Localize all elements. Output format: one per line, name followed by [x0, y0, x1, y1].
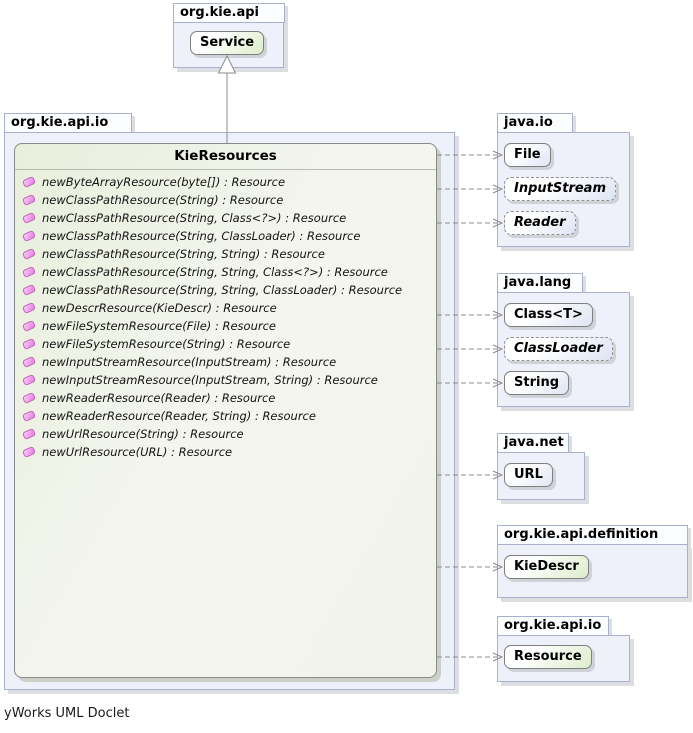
method-icon — [22, 338, 36, 350]
method-item[interactable]: newDescrResource(KieDescr) : Resource — [15, 299, 436, 317]
class-node-kieresources[interactable]: KieResources newByteArrayResource(byte[]… — [14, 143, 437, 678]
method-icon — [22, 410, 36, 422]
method-icon — [22, 446, 36, 458]
class-node-resource[interactable]: Resource — [504, 645, 592, 669]
method-item[interactable]: newClassPathResource(String, String) : R… — [15, 245, 436, 263]
method-icon — [22, 320, 36, 332]
method-signature: newClassPathResource(String, String, Cla… — [42, 283, 402, 297]
method-item[interactable]: newClassPathResource(String) : Resource — [15, 191, 436, 209]
method-item[interactable]: newClassPathResource(String, Class<?>) :… — [15, 209, 436, 227]
package-tab-org-kie-api-io-2[interactable]: org.kie.api.io — [497, 616, 609, 636]
method-icon — [22, 356, 36, 368]
method-list: newByteArrayResource(byte[]) : Resource n… — [15, 170, 436, 461]
method-icon — [22, 230, 36, 242]
method-signature: newUrlResource(URL) : Resource — [42, 445, 232, 459]
class-node-file[interactable]: File — [504, 143, 551, 167]
package-tab-java-lang[interactable]: java.lang — [497, 273, 583, 293]
package-tab-org-kie-api[interactable]: org.kie.api — [173, 3, 285, 23]
method-item[interactable]: newInputStreamResource(InputStream) : Re… — [15, 353, 436, 371]
method-signature: newInputStreamResource(InputStream, Stri… — [42, 373, 378, 387]
method-item[interactable]: newFileSystemResource(File) : Resource — [15, 317, 436, 335]
method-icon — [22, 194, 36, 206]
method-icon — [22, 176, 36, 188]
method-signature: newClassPathResource(String, String) : R… — [42, 247, 325, 261]
method-item[interactable]: newUrlResource(String) : Resource — [15, 425, 436, 443]
class-node-url[interactable]: URL — [504, 463, 553, 487]
class-node-class-t[interactable]: Class<T> — [504, 303, 593, 327]
method-icon — [22, 212, 36, 224]
method-item[interactable]: newUrlResource(URL) : Resource — [15, 443, 436, 461]
method-signature: newFileSystemResource(File) : Resource — [42, 319, 276, 333]
method-icon — [22, 266, 36, 278]
method-signature: newFileSystemResource(String) : Resource — [42, 337, 290, 351]
method-item[interactable]: newReaderResource(Reader) : Resource — [15, 389, 436, 407]
method-icon — [22, 284, 36, 296]
class-node-service[interactable]: Service — [190, 31, 264, 55]
class-node-inputstream[interactable]: InputStream — [504, 177, 616, 201]
method-item[interactable]: newClassPathResource(String, String, Cla… — [15, 263, 436, 281]
class-title-kieresources: KieResources — [15, 144, 436, 170]
method-signature: newByteArrayResource(byte[]) : Resource — [42, 175, 285, 189]
class-node-reader[interactable]: Reader — [504, 211, 576, 235]
method-item[interactable]: newReaderResource(Reader, String) : Reso… — [15, 407, 436, 425]
package-tab-org-kie-api-definition[interactable]: org.kie.api.definition — [497, 525, 688, 545]
method-signature: newReaderResource(Reader) : Resource — [42, 391, 275, 405]
class-node-kiedescr[interactable]: KieDescr — [504, 555, 589, 579]
class-node-string[interactable]: String — [504, 371, 569, 395]
method-icon — [22, 392, 36, 404]
method-icon — [22, 428, 36, 440]
method-item[interactable]: newClassPathResource(String, String, Cla… — [15, 281, 436, 299]
package-tab-org-kie-api-io[interactable]: org.kie.api.io — [4, 113, 132, 133]
doclet-credit-label: yWorks UML Doclet — [4, 706, 129, 721]
package-tab-java-net[interactable]: java.net — [497, 433, 569, 453]
method-signature: newDescrResource(KieDescr) : Resource — [42, 301, 277, 315]
method-signature: newClassPathResource(String, ClassLoader… — [42, 229, 360, 243]
class-node-classloader[interactable]: ClassLoader — [504, 337, 613, 361]
method-signature: newClassPathResource(String) : Resource — [42, 193, 283, 207]
package-tab-java-io[interactable]: java.io — [497, 113, 573, 133]
method-icon — [22, 248, 36, 260]
method-signature: newClassPathResource(String, String, Cla… — [42, 265, 388, 279]
method-icon — [22, 374, 36, 386]
method-item[interactable]: newFileSystemResource(String) : Resource — [15, 335, 436, 353]
method-item[interactable]: newClassPathResource(String, ClassLoader… — [15, 227, 436, 245]
method-signature: newReaderResource(Reader, String) : Reso… — [42, 409, 316, 423]
uml-class-diagram: org.kie.api Service org.kie.api.io KieRe… — [0, 0, 693, 733]
method-item[interactable]: newInputStreamResource(InputStream, Stri… — [15, 371, 436, 389]
method-item[interactable]: newByteArrayResource(byte[]) : Resource — [15, 173, 436, 191]
method-signature: newInputStreamResource(InputStream) : Re… — [42, 355, 336, 369]
method-signature: newUrlResource(String) : Resource — [42, 427, 244, 441]
method-icon — [22, 302, 36, 314]
method-signature: newClassPathResource(String, Class<?>) :… — [42, 211, 346, 225]
